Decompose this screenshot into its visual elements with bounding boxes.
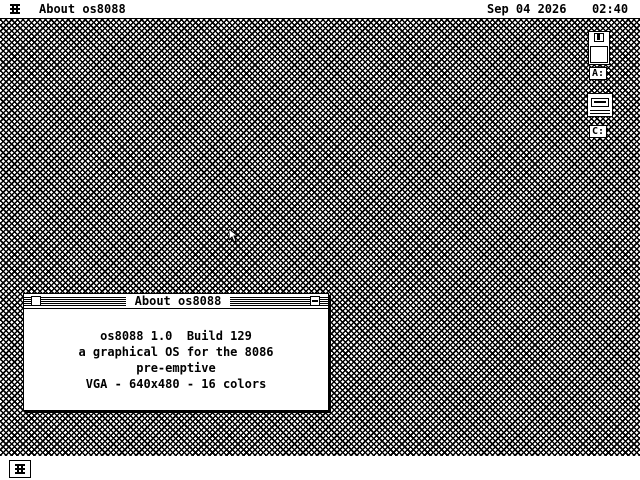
floppy-drive-icon[interactable] [588, 31, 610, 65]
clock-date: Sep 04 2026 [487, 2, 567, 16]
about-window: About os8088 os8088 1.0 Build 129 a grap… [23, 293, 329, 411]
multitasking-line: pre-emptive [136, 361, 216, 375]
clock-time: 02:40 [592, 2, 629, 16]
os-logo-icon[interactable] [10, 4, 20, 14]
active-app-title[interactable]: About os8088 [39, 2, 126, 17]
hard-disk-icon[interactable] [587, 93, 613, 117]
taskbar [0, 456, 640, 480]
close-button[interactable] [31, 296, 41, 306]
version-line: os8088 1.0 Build 129 [100, 329, 252, 343]
mouse-pointer-icon [229, 229, 239, 243]
window-title: About os8088 [126, 294, 230, 308]
display-mode-line: VGA - 640x480 - 16 colors [85, 377, 267, 391]
collapse-button[interactable] [310, 296, 320, 306]
description-line: a graphical OS for the 8086 [78, 345, 274, 359]
drive-a-label[interactable]: A: [589, 67, 608, 80]
start-button[interactable] [9, 460, 31, 478]
os-logo-icon [15, 464, 25, 474]
window-titlebar[interactable]: About os8088 [24, 294, 328, 309]
menu-bar: About os8088 Sep 04 2026 02:40 [0, 0, 640, 19]
drive-c-label[interactable]: C: [589, 125, 608, 138]
